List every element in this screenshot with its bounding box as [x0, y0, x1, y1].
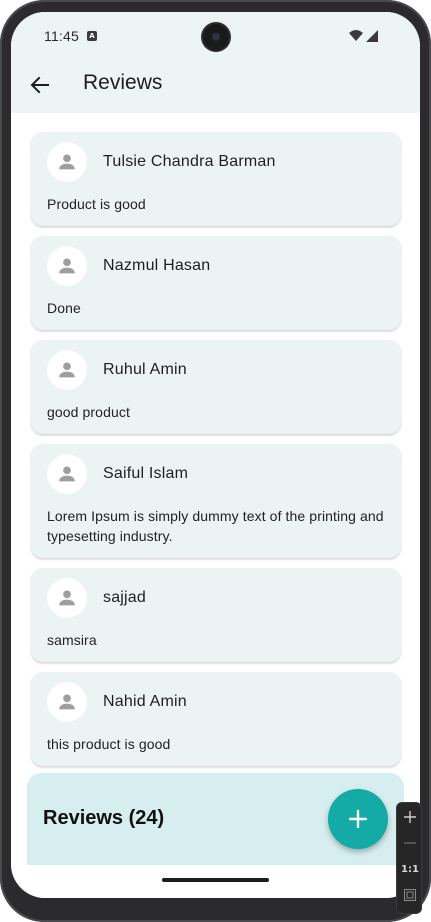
review-card[interactable]: Ruhul Amin good product — [31, 340, 401, 434]
person-icon — [59, 258, 75, 274]
system-nav-bar — [11, 865, 420, 898]
reviews-count-title: Reviews (24) — [43, 807, 165, 829]
home-indicator[interactable] — [162, 878, 269, 882]
notification-badge-icon: A — [87, 31, 97, 41]
person-icon — [59, 466, 75, 482]
reviewer-name: Tulsie Chandra Barman — [103, 153, 276, 170]
avatar — [47, 350, 87, 390]
page-title: Reviews — [83, 71, 163, 94]
review-card[interactable]: Nazmul Hasan Done — [31, 236, 401, 330]
device-frame: 11:45 A Reviews Tulsie Chandra Barman Pro… — [0, 0, 431, 922]
status-icons — [349, 30, 378, 42]
review-text: samsira — [47, 632, 97, 648]
avatar — [47, 142, 87, 182]
reviewer-name: Nahid Amin — [103, 693, 187, 710]
arrow-left-icon — [30, 76, 49, 94]
back-button[interactable] — [27, 72, 53, 98]
reviews-list[interactable]: Tulsie Chandra Barman Product is good Nazm… — [31, 132, 401, 876]
status-time: 11:45 — [44, 28, 79, 44]
add-review-button[interactable] — [328, 789, 388, 849]
person-icon — [59, 590, 75, 606]
review-text: Done — [47, 300, 81, 316]
review-text: Lorem Ipsum is simply dummy text of the … — [47, 508, 384, 544]
review-text: Product is good — [47, 196, 146, 212]
reviewer-name: sajjad — [103, 589, 147, 606]
person-icon — [59, 694, 75, 710]
avatar — [47, 246, 87, 286]
plus-icon — [348, 809, 368, 829]
review-card[interactable]: Saiful Islam Lorem Ipsum is simply dummy … — [31, 444, 401, 558]
device-screen: 11:45 A Reviews Tulsie Chandra Barman Pro… — [11, 12, 420, 898]
review-card[interactable]: Tulsie Chandra Barman Product is good — [31, 132, 401, 226]
reviewer-name: Saiful Islam — [103, 465, 189, 482]
plus-icon — [404, 811, 416, 823]
avatar — [47, 682, 87, 722]
zoom-ratio-label: 1:1 — [401, 863, 419, 875]
zoom-in-button[interactable] — [397, 805, 423, 829]
wifi-icon — [349, 30, 363, 41]
emulator-zoom-panel: 1:1 — [396, 802, 422, 914]
review-header: Tulsie Chandra Barman — [47, 142, 393, 182]
review-card[interactable]: sajjad samsira — [31, 568, 401, 662]
review-header: sajjad — [47, 578, 393, 618]
app-bar: 11:45 A Reviews — [11, 12, 420, 113]
review-header: Ruhul Amin — [47, 350, 393, 390]
review-card[interactable]: Nahid Amin this product is good — [31, 672, 401, 766]
actual-size-button[interactable]: 1:1 — [397, 857, 423, 881]
cellular-signal-icon — [366, 30, 378, 42]
front-camera — [203, 24, 229, 50]
fit-screen-icon — [404, 889, 416, 901]
avatar — [47, 454, 87, 494]
review-text: good product — [47, 404, 130, 420]
zoom-out-button[interactable] — [397, 831, 423, 855]
avatar — [47, 578, 87, 618]
reviewer-name: Ruhul Amin — [103, 361, 187, 378]
person-icon — [59, 362, 75, 378]
review-header: Nazmul Hasan — [47, 246, 393, 286]
fit-screen-button[interactable] — [397, 883, 423, 907]
review-header: Nahid Amin — [47, 682, 393, 722]
reviewer-name: Nazmul Hasan — [103, 257, 211, 274]
review-text: this product is good — [47, 736, 171, 752]
person-icon — [59, 154, 75, 170]
review-header: Saiful Islam — [47, 454, 393, 494]
minus-icon — [404, 842, 416, 844]
